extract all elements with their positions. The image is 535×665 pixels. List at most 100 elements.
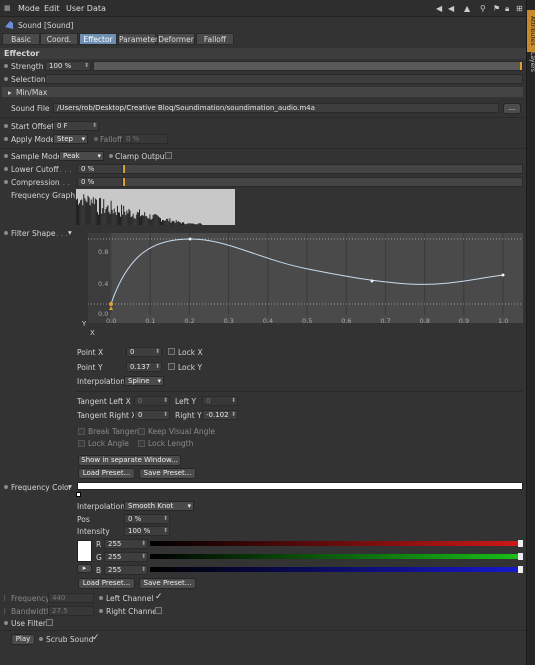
keyframe-dot[interactable] <box>4 137 8 141</box>
keyframe-dot[interactable] <box>4 154 8 158</box>
browse-button[interactable]: ... <box>503 103 521 114</box>
keyframe-dot[interactable] <box>4 485 8 489</box>
search-icon[interactable]: ⚲ <box>480 4 486 13</box>
tab-attributes[interactable]: Attributes <box>527 10 535 52</box>
spinner-arrows-icon[interactable]: ⬍ <box>231 411 236 418</box>
filter-shape-graph[interactable]: 0.8 0.4 0.0 Y X 0.0 0.1 0.2 0.3 0.4 0.5 0.6 0.7… <box>78 229 524 337</box>
spinner-arrows-icon[interactable]: ⬍ <box>155 363 160 370</box>
load-preset-button[interactable]: Load Preset... <box>78 468 135 479</box>
keyframe-dot[interactable] <box>4 621 8 625</box>
x-tick-label: 0.4 <box>263 317 273 325</box>
menu-edit[interactable]: Edit <box>44 4 60 13</box>
new-window-icon[interactable]: ⊞ <box>516 4 523 13</box>
spinner-arrows-icon[interactable]: ⬍ <box>141 566 146 573</box>
spinner-arrows-icon[interactable]: ⬍ <box>141 553 146 560</box>
up-arrow-icon[interactable]: ▲ <box>464 4 470 13</box>
sample-mode-dropdown[interactable]: Peak <box>59 151 104 161</box>
tab-coord[interactable]: Coord. <box>40 33 78 45</box>
keyframe-dot[interactable] <box>4 180 8 184</box>
keyframe-dot[interactable] <box>99 596 103 600</box>
color-options-button[interactable]: ▸ <box>77 564 92 573</box>
spinner-arrows-icon[interactable]: ⬍ <box>163 527 168 534</box>
keyframe-dot[interactable] <box>39 637 43 641</box>
compression-field[interactable]: 0 % <box>77 177 123 187</box>
tab-effector[interactable]: Effector <box>79 33 117 45</box>
keyframe-dot[interactable] <box>4 77 8 81</box>
tab-parameter[interactable]: Parameter <box>118 33 158 45</box>
soundfile-field[interactable]: /Users/rob/Desktop/Creative Bloq/Soundim… <box>53 103 499 113</box>
color-swatch[interactable] <box>77 540 92 562</box>
tab-deformer[interactable]: Deformer <box>157 33 195 45</box>
gradient-bar[interactable] <box>77 482 523 490</box>
tab-layers[interactable]: Layers <box>527 48 535 76</box>
save-preset-button[interactable]: Save Preset... <box>139 468 196 479</box>
r-slider[interactable] <box>150 541 522 546</box>
g-slider[interactable] <box>150 554 522 559</box>
use-filter-label: Use Filter <box>11 619 46 628</box>
frequency-bar <box>103 199 105 225</box>
compression-slider[interactable] <box>122 177 523 187</box>
keyframe-dot[interactable] <box>109 154 113 158</box>
play-button[interactable]: Play <box>11 634 35 645</box>
expand-arrow-icon[interactable]: ▸ <box>8 88 12 97</box>
tab-falloff[interactable]: Falloff <box>196 33 234 45</box>
keyframe-dot[interactable] <box>4 167 8 171</box>
strength-slider-handle[interactable] <box>520 62 522 70</box>
lower-cutoff-handle[interactable] <box>123 165 125 173</box>
b-slider[interactable] <box>150 567 522 572</box>
curve-point[interactable] <box>501 273 505 277</box>
frequency-bar <box>119 212 120 225</box>
menu-mode[interactable]: Mode <box>18 4 40 13</box>
keyframe-dot[interactable] <box>4 231 8 235</box>
lock-length-label: Lock Length <box>148 439 194 448</box>
g-slider-handle[interactable] <box>518 553 523 560</box>
clamp-output-checkbox[interactable] <box>165 152 172 159</box>
color-load-preset-button[interactable]: Load Preset... <box>78 578 135 589</box>
curve-point-selected[interactable] <box>109 302 113 306</box>
b-slider-handle[interactable] <box>518 566 523 573</box>
r-slider-handle[interactable] <box>518 540 523 547</box>
falloff-field: 0 % <box>122 134 168 144</box>
spinner-arrows-icon[interactable]: ⬍ <box>163 515 168 522</box>
lock-icon[interactable]: 🔒︎ <box>505 4 509 14</box>
gradient-knot[interactable] <box>76 492 81 497</box>
lower-cutoff-slider[interactable] <box>122 164 523 174</box>
use-filter-checkbox[interactable] <box>46 619 53 626</box>
interpolation-dropdown[interactable]: Spline <box>124 376 164 386</box>
frequency-icon: ⦚ <box>4 594 6 603</box>
spinner-arrows-icon[interactable]: ⬍ <box>163 411 168 418</box>
spinner-arrows-icon[interactable]: ⬍ <box>92 122 97 129</box>
show-window-button[interactable]: Show in separate Window... <box>78 455 181 466</box>
apply-mode-dropdown[interactable]: Step <box>53 134 88 144</box>
minmax-group[interactable]: ▸ Min/Max <box>2 87 523 97</box>
left-channel-checkmark[interactable]: ✓ <box>155 592 163 602</box>
spinner-arrows-icon[interactable]: ⬍ <box>155 348 160 355</box>
keyframe-dot[interactable] <box>4 64 8 68</box>
spinner-arrows-icon[interactable]: ⬍ <box>84 62 89 69</box>
color-interpolation-dropdown[interactable]: Smooth Knot <box>124 501 194 511</box>
curve-point[interactable] <box>188 237 192 241</box>
chevron-down-icon[interactable]: ▾ <box>68 228 72 237</box>
compression-handle[interactable] <box>123 178 125 186</box>
menu-user-data[interactable]: User Data <box>66 4 106 13</box>
keyframe-dot[interactable] <box>94 137 98 141</box>
back-arrow-icon[interactable]: ◀ <box>448 4 454 13</box>
frequency-bar <box>198 223 200 225</box>
selection-field[interactable] <box>45 74 523 84</box>
scrub-sound-checkmark[interactable]: ✓ <box>92 633 100 643</box>
keyframe-dot[interactable] <box>99 609 103 613</box>
right-channel-checkbox[interactable] <box>155 607 162 614</box>
chevron-down-icon[interactable]: ▾ <box>68 482 72 491</box>
bookmark-icon[interactable]: ⚑ <box>493 4 500 13</box>
spinner-arrows-icon[interactable]: ⬍ <box>141 540 146 547</box>
strength-slider[interactable] <box>93 61 523 71</box>
curve-point[interactable] <box>370 279 374 283</box>
lock-x-checkbox[interactable] <box>168 348 175 355</box>
tab-basic[interactable]: Basic <box>2 33 40 45</box>
color-save-preset-button[interactable]: Save Preset... <box>139 578 196 589</box>
grid-icon[interactable]: ▦ <box>4 4 11 12</box>
lock-y-checkbox[interactable] <box>168 363 175 370</box>
back-arrow-icon[interactable]: ◀ <box>436 4 442 13</box>
keyframe-dot[interactable] <box>4 124 8 128</box>
lower-cutoff-field[interactable]: 0 % <box>77 164 123 174</box>
